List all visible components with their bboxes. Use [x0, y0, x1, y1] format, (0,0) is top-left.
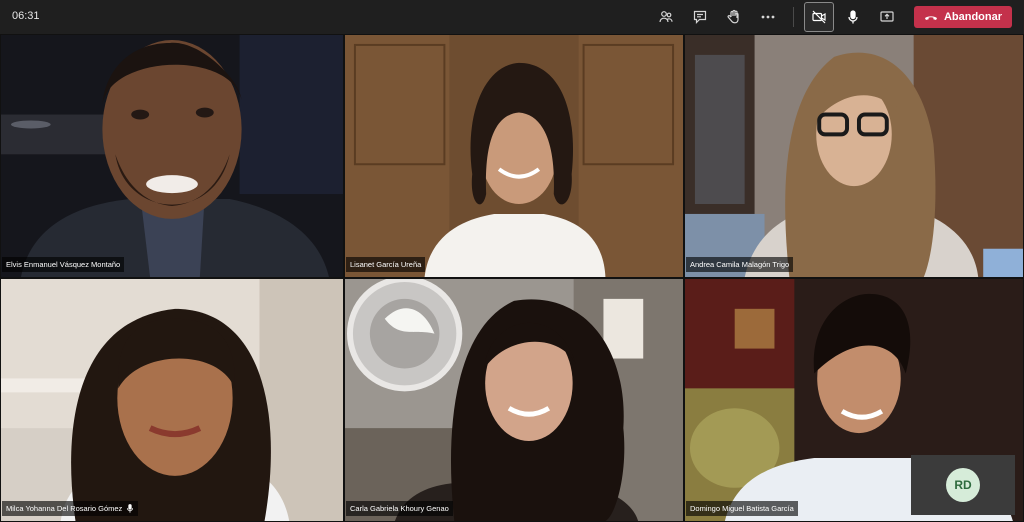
microphone-icon	[848, 10, 858, 24]
self-preview[interactable]: RD	[911, 455, 1015, 515]
hang-up-icon	[924, 16, 937, 20]
more-icon	[761, 15, 775, 19]
participant-name-tag: Milca Yohanna Del Rosario Gómez	[2, 501, 139, 516]
microphone-icon	[127, 504, 134, 513]
toolbar-divider	[792, 7, 794, 27]
call-timer: 06:31	[12, 10, 40, 22]
participant-video	[345, 279, 683, 521]
participant-tile[interactable]: Lisanet García Ureña	[344, 34, 684, 278]
call-controls: Abandonar	[651, 2, 1012, 32]
participant-tile[interactable]: Elvis Enmanuel Vásquez Montaño	[0, 34, 344, 278]
participant-name: Lisanet García Ureña	[350, 260, 422, 269]
leave-button[interactable]: Abandonar	[913, 6, 1012, 28]
raise-hand-icon	[727, 9, 739, 24]
chat-icon	[693, 10, 707, 24]
participant-name-tag: Lisanet García Ureña	[346, 257, 426, 272]
leave-label: Abandonar	[943, 11, 1002, 23]
participant-name: Domingo Miguel Batista García	[690, 504, 794, 513]
chat-button[interactable]	[685, 4, 715, 30]
participant-name-tag: Elvis Enmanuel Vásquez Montaño	[2, 257, 125, 272]
share-screen-button[interactable]	[872, 4, 902, 30]
avatar: RD	[946, 468, 980, 502]
camera-off-icon	[812, 10, 826, 24]
participant-video	[685, 35, 1023, 277]
participant-tile[interactable]: Milca Yohanna Del Rosario Gómez	[0, 278, 344, 522]
share-screen-icon	[880, 11, 894, 22]
video-grid: Elvis Enmanuel Vásquez Montaño Lisanet G…	[0, 34, 1024, 522]
participant-name: Milca Yohanna Del Rosario Gómez	[6, 504, 123, 513]
raise-hand-button[interactable]	[719, 4, 749, 30]
participant-name-tag: Domingo Miguel Batista García	[686, 501, 798, 516]
participant-video	[1, 279, 343, 521]
participants-icon	[659, 11, 673, 23]
participant-video	[345, 35, 683, 277]
participant-name: Carla Gabriela Khoury Genao	[350, 504, 449, 513]
participant-name-tag: Andrea Camila Malagón Trigo	[686, 257, 794, 272]
meeting-toolbar: 06:31 Abandonar	[0, 0, 1024, 34]
participant-video	[1, 35, 343, 277]
participant-name-tag: Carla Gabriela Khoury Genao	[346, 501, 453, 516]
participant-tile[interactable]: Andrea Camila Malagón Trigo	[684, 34, 1024, 278]
more-options-button[interactable]	[753, 4, 783, 30]
participant-name: Andrea Camila Malagón Trigo	[690, 260, 790, 269]
participants-button[interactable]	[651, 4, 681, 30]
microphone-button[interactable]	[838, 4, 868, 30]
participant-name: Elvis Enmanuel Vásquez Montaño	[6, 260, 121, 269]
participant-tile[interactable]: Domingo Miguel Batista García RD	[684, 278, 1024, 522]
camera-toggle-button[interactable]	[803, 2, 834, 32]
participant-tile[interactable]: Carla Gabriela Khoury Genao	[344, 278, 684, 522]
